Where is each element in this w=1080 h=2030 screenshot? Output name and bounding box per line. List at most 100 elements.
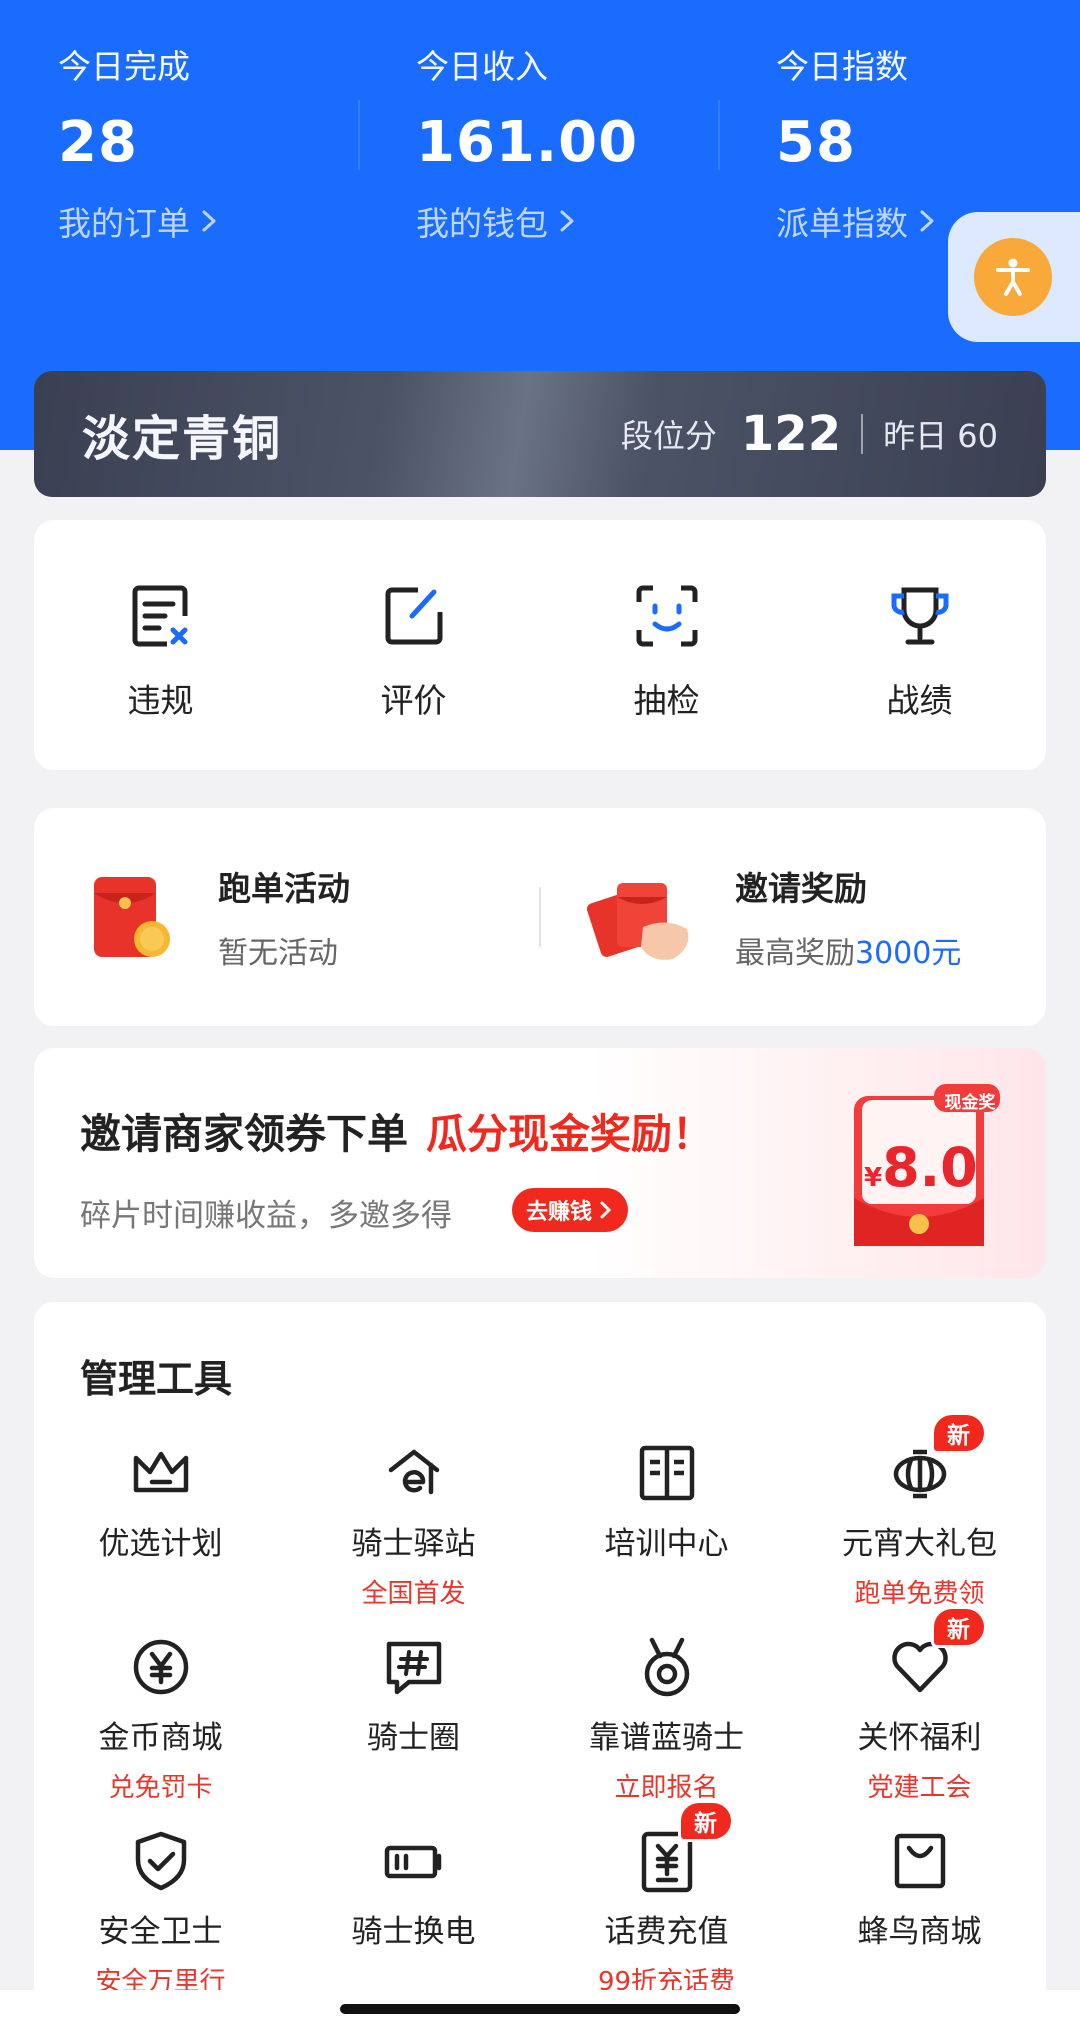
rank-name: 淡定青铜: [82, 411, 283, 467]
new-badge: 新: [930, 1412, 987, 1454]
quick-actions: 违规 评价 抽检 战绩: [34, 520, 1046, 770]
hashtag-icon: [386, 1641, 441, 1695]
banner-title-highlight: 瓜分现金奖励！: [426, 1110, 713, 1158]
quick-label: 评价: [380, 681, 447, 720]
tool-label: 优选计划: [98, 1526, 223, 1562]
tool-label: 骑士换电: [351, 1914, 476, 1950]
tool-sublabel: 立即报名: [614, 1773, 719, 1803]
stat-label: 今日指数: [776, 47, 908, 86]
invite-sub-prefix: 最高奖励: [735, 936, 855, 971]
accessibility-button[interactable]: [974, 238, 1052, 316]
chevron-right-icon: [920, 210, 934, 232]
tool-fengniao-mall[interactable]: 蜂鸟商城: [793, 1828, 1046, 1951]
invite-max-amount: 3000元: [855, 936, 962, 971]
divider: [718, 100, 720, 170]
link-label: 我的钱包: [416, 204, 548, 243]
my-wallet-link[interactable]: 我的钱包: [416, 197, 638, 245]
tool-sublabel: 全国首发: [361, 1579, 466, 1609]
tool-sublabel: 跑单免费领: [854, 1579, 985, 1609]
quick-review[interactable]: 评价: [287, 520, 540, 770]
banner-subtitle: 碎片时间赚收益，多邀多得: [80, 1198, 452, 1234]
chevron-right-icon: [560, 210, 574, 232]
red-packet-icon: [94, 877, 170, 957]
new-badge: 新: [677, 1800, 734, 1842]
invite-sub: 最高奖励3000元: [735, 928, 961, 972]
station-icon: [388, 1449, 439, 1495]
tool-sublabel: 党建工会: [867, 1773, 972, 1803]
tool-phone-recharge[interactable]: 新 话费充值 99折充话费: [540, 1800, 793, 1998]
quick-violation[interactable]: 违规: [34, 520, 287, 770]
face-scan-icon: [636, 585, 697, 647]
cash-value: 8.0: [882, 1136, 978, 1199]
tool-coin-mall[interactable]: 金币商城 兑免罚卡: [34, 1634, 287, 1804]
tool-label: 骑士圈: [367, 1720, 460, 1756]
stat-label: 今日收入: [416, 47, 548, 86]
coin-icon: [133, 1639, 188, 1695]
tool-rider-circle[interactable]: 骑士圈: [287, 1634, 540, 1757]
earn-money-button[interactable]: 去赚钱: [512, 1188, 629, 1232]
tool-label: 关怀福利: [857, 1720, 982, 1756]
stat-value: 161.00: [416, 110, 639, 175]
tool-label: 话费充值: [604, 1914, 729, 1950]
quick-label: 抽检: [633, 681, 700, 720]
yesterday-score: 昨日 60: [883, 417, 998, 455]
my-orders-link[interactable]: 我的订单: [58, 197, 220, 245]
new-badge: 新: [930, 1606, 987, 1648]
tool-lantern-gift[interactable]: 新 元宵大礼包 跑单免费领: [793, 1412, 1046, 1610]
tool-battery-swap[interactable]: 骑士换电: [287, 1828, 540, 1951]
divider: [861, 414, 864, 454]
banner-title-main: 邀请商家领券下单: [80, 1110, 408, 1158]
invite-reward[interactable]: 邀请奖励 最高奖励3000元: [541, 862, 1046, 972]
stat-value: 28: [58, 110, 138, 175]
tool-training-center[interactable]: 培训中心: [540, 1440, 793, 1563]
book-icon: [639, 1445, 694, 1501]
stat-completed: 今日完成 28 我的订单: [58, 40, 220, 245]
tool-safety-guard[interactable]: 安全卫士 安全万里行: [34, 1828, 287, 1998]
divider: [358, 100, 360, 170]
stat-value: 58: [776, 110, 856, 175]
floating-accessibility-dock: [948, 212, 1080, 342]
tool-label: 元宵大礼包: [842, 1526, 997, 1562]
tool-care-welfare[interactable]: 新 关怀福利 党建工会: [793, 1606, 1046, 1804]
dispatch-index-link[interactable]: 派单指数: [776, 197, 938, 245]
stat-index: 今日指数 58 派单指数: [776, 40, 938, 245]
rank-card[interactable]: 淡定青铜 段位分 122 昨日 60: [34, 371, 1046, 497]
tool-label: 蜂鸟商城: [857, 1914, 982, 1950]
tool-label: 金币商城: [98, 1720, 223, 1756]
cash-currency: ¥: [864, 1163, 883, 1193]
home-indicator[interactable]: [340, 2004, 740, 2014]
battery-icon: [384, 1845, 441, 1879]
cash-tag: 现金奖: [944, 1093, 996, 1113]
tool-preferred-plan[interactable]: 优选计划: [34, 1440, 287, 1563]
edit-icon: [385, 587, 442, 645]
quick-spot-check[interactable]: 抽检: [540, 520, 793, 770]
activity-sub: 暂无活动: [218, 936, 338, 971]
cash-amount: ¥8.0: [864, 1136, 978, 1199]
red-packets-hand-icon: [587, 883, 689, 960]
tool-reliable-rider[interactable]: 靠谱蓝骑士 立即报名: [540, 1634, 793, 1804]
tool-sublabel: 兑免罚卡: [108, 1773, 213, 1803]
quick-label: 违规: [127, 681, 194, 720]
button-label: 去赚钱: [526, 1200, 593, 1225]
chevron-right-icon: [202, 210, 216, 232]
tool-rider-station[interactable]: 骑士驿站 全国首发: [287, 1440, 540, 1610]
link-label: 派单指数: [776, 204, 908, 243]
quick-label: 战绩: [886, 681, 953, 720]
merchant-invite-banner[interactable]: 邀请商家领券下单 瓜分现金奖励！ 碎片时间赚收益，多邀多得 去赚钱 现金奖 ¥8.…: [34, 1048, 1046, 1278]
trophy-icon: [891, 587, 948, 645]
crown-icon: [133, 1451, 188, 1493]
invite-title: 邀请奖励: [735, 869, 867, 908]
link-label: 我的订单: [58, 204, 190, 243]
segment-value: 122: [740, 406, 842, 462]
banner-title: 邀请商家领券下单 瓜分现金奖励！: [80, 1100, 713, 1160]
chevron-right-icon: [600, 1201, 612, 1219]
quick-record[interactable]: 战绩: [793, 520, 1046, 770]
section-title: 管理工具: [80, 1357, 233, 1401]
segment-label: 段位分: [620, 417, 717, 455]
management-tools: 管理工具 优选计划 骑士驿站 全国首发 培训中心 新 元宵大礼包 跑单免费领 金…: [34, 1302, 1046, 2030]
run-activity[interactable]: 跑单活动 暂无活动: [34, 862, 539, 972]
shield-icon: [135, 1831, 186, 1891]
medal-icon: [644, 1637, 689, 1697]
tool-label: 骑士驿站: [351, 1526, 476, 1562]
stat-income: 今日收入 161.00 我的钱包: [416, 40, 638, 245]
